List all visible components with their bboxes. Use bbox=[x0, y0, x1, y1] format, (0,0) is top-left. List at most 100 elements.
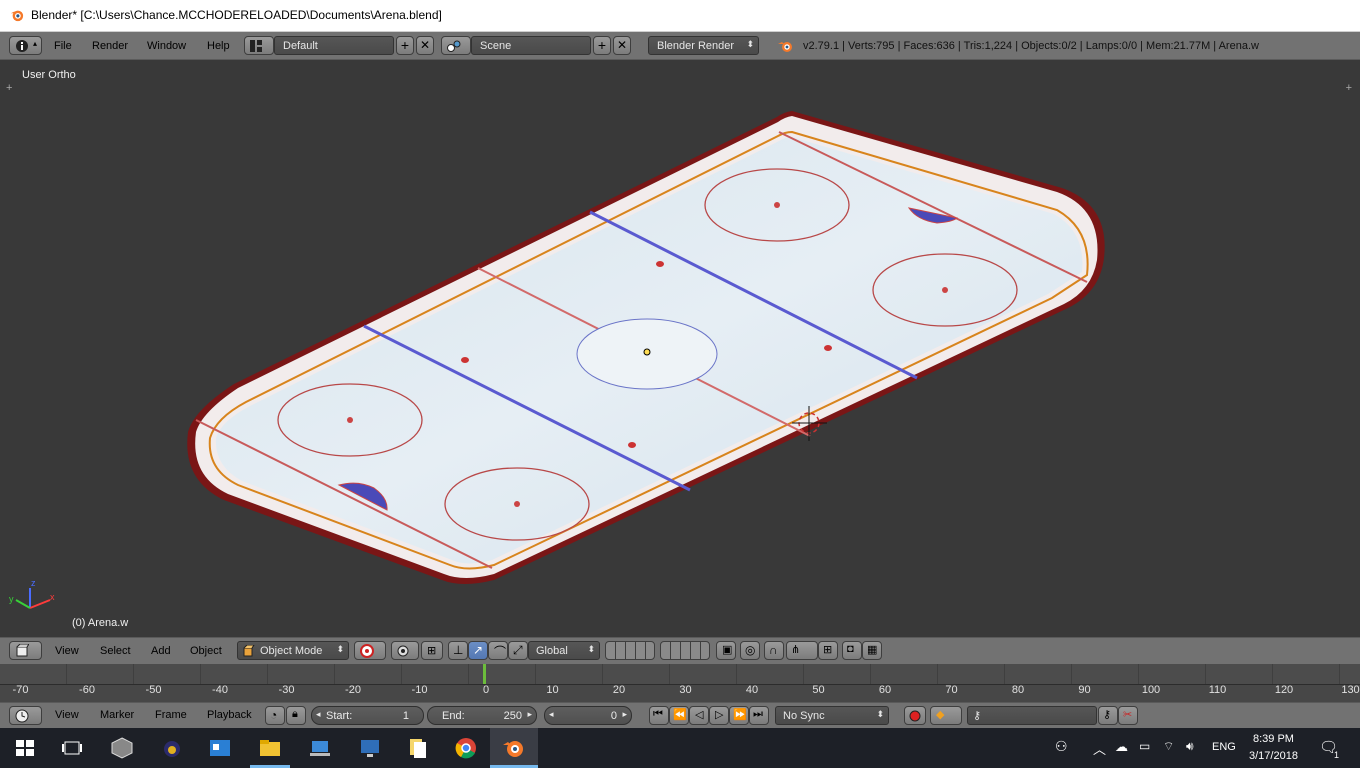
people-icon[interactable]: ⚇ bbox=[1055, 738, 1068, 755]
menu-window[interactable]: Window bbox=[147, 40, 186, 52]
show-hidden-icons-chevron-icon[interactable]: ︿ bbox=[1093, 739, 1106, 758]
windows-start-icon[interactable] bbox=[13, 736, 37, 760]
wifi-icon[interactable]: ⌔ bbox=[1163, 739, 1174, 754]
pivot-point-button[interactable] bbox=[391, 641, 419, 660]
current-frame-field[interactable]: ◂ 0 ▸ bbox=[544, 706, 632, 725]
notification-count: 1 bbox=[1334, 750, 1340, 760]
add-screen-button[interactable]: + bbox=[396, 36, 414, 55]
scale-manipulator-button[interactable]: ⤢ bbox=[508, 641, 528, 660]
app-laptop-icon[interactable] bbox=[308, 736, 332, 760]
preview-range-button[interactable]: ◔ bbox=[265, 706, 285, 725]
app-documents-icon[interactable] bbox=[406, 736, 430, 760]
start-frame-field[interactable]: ◂ Start: 1 bbox=[311, 706, 424, 725]
menu-view[interactable]: View bbox=[55, 645, 79, 657]
dropdown-arrows-icon: ⬍ bbox=[587, 644, 595, 654]
auto-keying-button[interactable] bbox=[904, 706, 926, 725]
screen-layout-field[interactable]: Default bbox=[274, 36, 394, 55]
blender-taskbar-icon[interactable] bbox=[502, 736, 526, 760]
3d-viewport[interactable]: + + bbox=[2, 60, 1358, 636]
translate-manipulator-button[interactable]: ↗ bbox=[468, 641, 488, 660]
increment-icon[interactable]: ▸ bbox=[622, 709, 627, 720]
app-headphones-icon[interactable] bbox=[160, 736, 184, 760]
add-scene-button[interactable]: + bbox=[593, 36, 611, 55]
menu-marker[interactable]: Marker bbox=[100, 709, 134, 721]
keying-set-field[interactable]: ⚷ bbox=[967, 706, 1097, 725]
lock-time-button[interactable]: 🔒︎ bbox=[286, 706, 306, 725]
menu-select[interactable]: Select bbox=[100, 645, 131, 657]
blender-logo-icon bbox=[10, 10, 24, 22]
tool-shelf-toggle-icon[interactable]: + bbox=[6, 82, 12, 94]
render-animation-button[interactable]: ▦ bbox=[862, 641, 882, 660]
app-control-panel-icon[interactable] bbox=[208, 736, 232, 760]
transform-orientation-dropdown[interactable]: Global ⬍ bbox=[528, 641, 600, 660]
task-view-icon[interactable] bbox=[60, 736, 84, 760]
viewport-shading-button[interactable] bbox=[354, 641, 386, 660]
editor-type-button[interactable] bbox=[9, 706, 42, 725]
snap-toggle-button[interactable]: ∩ bbox=[764, 641, 784, 660]
hockey-rink-mesh[interactable] bbox=[187, 111, 1105, 584]
delete-scene-button[interactable]: ✕ bbox=[613, 36, 631, 55]
interaction-mode-dropdown[interactable]: Object Mode ⬍ bbox=[237, 641, 349, 660]
prev-keyframe-button[interactable]: ⏪ bbox=[669, 706, 689, 725]
sync-mode-dropdown[interactable]: No Sync ⬍ bbox=[775, 706, 889, 725]
battery-icon[interactable]: ▭ bbox=[1139, 739, 1150, 753]
keying-mode-dropdown[interactable]: ◆ bbox=[930, 706, 962, 725]
onedrive-cloud-icon[interactable]: ☁ bbox=[1115, 739, 1128, 755]
end-frame-field[interactable]: End: 250 ▸ bbox=[427, 706, 537, 725]
app-cube-icon[interactable] bbox=[110, 736, 134, 760]
increment-icon[interactable]: ▸ bbox=[527, 709, 532, 720]
volume-icon[interactable]: 🔊︎ bbox=[1186, 739, 1194, 754]
scene-icon-button[interactable] bbox=[441, 36, 471, 55]
editor-type-button[interactable] bbox=[9, 641, 42, 660]
clock-time[interactable]: 8:39 PM bbox=[1253, 733, 1294, 745]
timeline-tick-label: 20 bbox=[612, 684, 626, 696]
menu-render[interactable]: Render bbox=[92, 40, 128, 52]
app-computer-icon[interactable] bbox=[358, 736, 382, 760]
magnet-icon: ∩ bbox=[769, 643, 778, 657]
lock-icon: 🔒︎ bbox=[292, 708, 298, 720]
rotate-arc-icon: ⌒ bbox=[494, 645, 507, 659]
render-opengl-button[interactable]: ◘ bbox=[842, 641, 862, 660]
layers-group-2[interactable] bbox=[660, 641, 710, 660]
play-reverse-button[interactable]: ◁ bbox=[689, 706, 709, 725]
proportional-edit-button[interactable]: ◎ bbox=[740, 641, 760, 660]
manipulator-toggle[interactable]: ⊥ bbox=[448, 641, 468, 660]
delete-keyframe-button[interactable]: ✂ bbox=[1118, 706, 1138, 725]
manipulate-centers-button[interactable]: ⊞ bbox=[421, 641, 443, 660]
snap-target-button[interactable]: ⊞ bbox=[818, 641, 838, 660]
current-frame-indicator[interactable] bbox=[483, 664, 486, 684]
timeline-ruler: -70 -60 -50 -40 -30 -20 -10 0 10 20 30 40 50 60 70 80 90… bbox=[0, 684, 1360, 700]
decrement-icon[interactable]: ◂ bbox=[549, 709, 554, 720]
screen-layout-icon-button[interactable] bbox=[244, 36, 274, 55]
file-explorer-icon[interactable] bbox=[258, 736, 282, 760]
chrome-icon[interactable] bbox=[454, 736, 478, 760]
layers-group-1[interactable] bbox=[605, 641, 655, 660]
language-indicator[interactable]: ENG bbox=[1212, 741, 1236, 753]
clock-date[interactable]: 3/17/2018 bbox=[1249, 750, 1298, 762]
axis-gizmo-icon bbox=[15, 588, 51, 609]
menu-view[interactable]: View bbox=[55, 709, 79, 721]
jump-start-button[interactable]: ⏮ bbox=[649, 706, 669, 725]
windows-taskbar bbox=[0, 728, 1360, 768]
editor-type-button[interactable]: ▴ bbox=[9, 36, 42, 55]
rotate-manipulator-button[interactable]: ⌒ bbox=[488, 641, 508, 660]
lock-camera-button[interactable]: ▣ bbox=[716, 641, 736, 660]
menu-object[interactable]: Object bbox=[190, 645, 222, 657]
menu-playback[interactable]: Playback bbox=[207, 709, 252, 721]
scene-field[interactable]: Scene bbox=[471, 36, 591, 55]
properties-toggle-icon[interactable]: + bbox=[1346, 82, 1352, 94]
render-engine-dropdown[interactable]: Blender Render ⬍ bbox=[648, 36, 759, 55]
play-icon: ▷ bbox=[715, 709, 724, 721]
jump-end-button[interactable]: ⏭ bbox=[749, 706, 769, 725]
delete-screen-button[interactable]: ✕ bbox=[416, 36, 434, 55]
next-keyframe-button[interactable]: ⏩ bbox=[729, 706, 749, 725]
menu-file[interactable]: File bbox=[54, 40, 72, 52]
menu-add[interactable]: Add bbox=[151, 645, 171, 657]
decrement-icon[interactable]: ◂ bbox=[316, 709, 321, 720]
menu-help[interactable]: Help bbox=[207, 40, 230, 52]
play-button[interactable]: ▷ bbox=[709, 706, 729, 725]
snap-element-dropdown[interactable]: ⋔ bbox=[786, 641, 818, 660]
insert-keyframe-button[interactable]: ⚷ bbox=[1098, 706, 1118, 725]
timeline-track[interactable] bbox=[0, 664, 1360, 684]
menu-frame[interactable]: Frame bbox=[155, 709, 187, 721]
